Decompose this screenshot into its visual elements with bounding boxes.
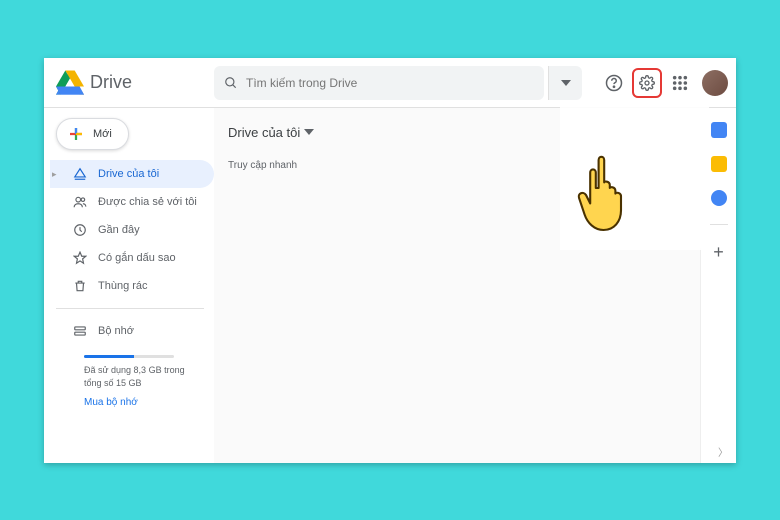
calendar-app-icon[interactable]	[711, 122, 727, 138]
search-options-dropdown[interactable]	[548, 66, 582, 100]
header-actions	[600, 68, 728, 98]
settings-button[interactable]	[632, 68, 662, 98]
scrollbar[interactable]	[692, 144, 698, 234]
addons-button[interactable]: +	[713, 243, 724, 261]
sidebar-item-label: Thùng rác	[98, 280, 148, 292]
info-icon	[666, 124, 682, 140]
keep-app-icon[interactable]	[711, 156, 727, 172]
storage-text: Đã sử dụng 8,3 GB trong tổng số 15 GB	[84, 364, 204, 389]
mydrive-icon	[72, 166, 88, 182]
caret-down-icon	[304, 129, 314, 135]
app-window: Drive	[44, 58, 736, 463]
new-button-label: Mới	[93, 128, 112, 140]
tasks-app-icon[interactable]	[711, 190, 727, 206]
app-name: Drive	[90, 72, 132, 93]
quick-access-label: Truy cập nhanh	[228, 160, 686, 171]
sidebar-item-label: Được chia sẻ với tôi	[98, 196, 197, 208]
logo[interactable]: Drive	[56, 70, 206, 96]
sidebar: Mới ▸ Drive của tôi Được chia sẻ với tôi	[44, 108, 214, 463]
caret-right-icon: ▸	[52, 169, 62, 180]
details-button[interactable]	[662, 120, 686, 144]
content-header: Drive của tôi	[228, 118, 686, 146]
side-panel: +	[700, 108, 736, 463]
sidebar-item-recent[interactable]: Gần đây	[50, 216, 214, 244]
sidebar-item-starred[interactable]: Có gắn dấu sao	[50, 244, 214, 272]
main-content: Drive của tôi Truy cập nhanh	[214, 108, 700, 463]
search-bar[interactable]	[214, 66, 544, 100]
divider	[710, 224, 728, 225]
gear-icon	[639, 75, 655, 91]
sidebar-item-trash[interactable]: Thùng rác	[50, 272, 214, 300]
hide-panel-button[interactable]: 〉	[718, 444, 728, 459]
storage-bar	[84, 355, 174, 358]
sidebar-item-label: Gần đây	[98, 224, 140, 236]
sidebar-item-label: Drive của tôi	[98, 168, 159, 180]
storage-meter: Đã sử dụng 8,3 GB trong tổng số 15 GB Mu…	[50, 345, 214, 412]
search-icon	[224, 76, 238, 90]
clock-icon	[72, 222, 88, 238]
storage-icon	[72, 323, 88, 339]
view-tools	[628, 120, 686, 144]
body: Mới ▸ Drive của tôi Được chia sẻ với tôi	[44, 108, 736, 463]
account-avatar[interactable]	[702, 70, 728, 96]
sidebar-item-storage[interactable]: Bộ nhớ	[50, 317, 214, 345]
help-button[interactable]	[600, 69, 628, 97]
sidebar-item-label: Có gắn dấu sao	[98, 252, 176, 264]
header: Drive	[44, 58, 736, 108]
help-icon	[605, 74, 623, 92]
people-icon	[72, 194, 88, 210]
trash-icon	[72, 278, 88, 294]
new-button[interactable]: Mới	[56, 118, 129, 150]
star-icon	[72, 250, 88, 266]
search-input[interactable]	[246, 76, 534, 90]
apps-grid-icon	[672, 75, 688, 91]
sidebar-item-label: Bộ nhớ	[98, 325, 134, 337]
plus-icon	[67, 125, 85, 143]
caret-down-icon	[561, 80, 571, 86]
sidebar-item-shared[interactable]: Được chia sẻ với tôi	[50, 188, 214, 216]
list-icon	[632, 124, 648, 140]
breadcrumb-label: Drive của tôi	[228, 125, 300, 140]
sidebar-item-mydrive[interactable]: ▸ Drive của tôi	[50, 160, 214, 188]
list-view-button[interactable]	[628, 120, 652, 144]
divider	[56, 308, 204, 309]
apps-button[interactable]	[666, 69, 694, 97]
buy-storage-link[interactable]: Mua bộ nhớ	[84, 397, 204, 408]
breadcrumb[interactable]: Drive của tôi	[228, 125, 314, 140]
drive-logo-icon	[56, 70, 84, 96]
